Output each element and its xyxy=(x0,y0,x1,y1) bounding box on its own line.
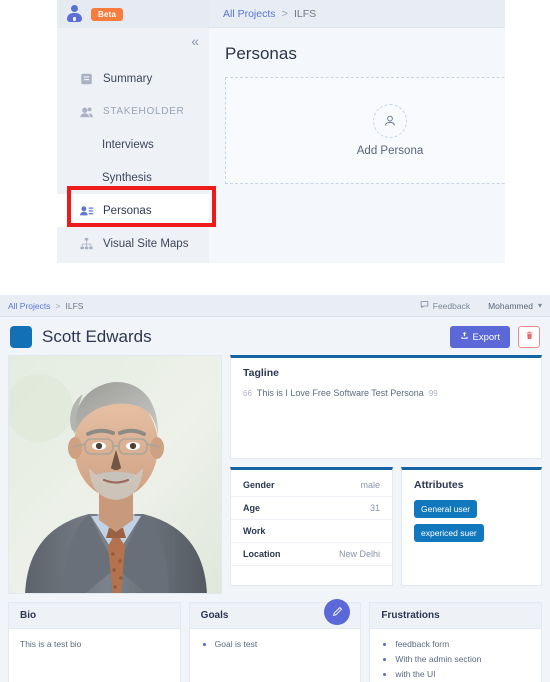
sitemap-icon xyxy=(79,237,94,251)
bio-text: This is a test bio xyxy=(20,639,82,649)
top-bar-actions: Feedback Mohammed ▾ xyxy=(420,300,542,311)
sidebar: Beta « Summary STAKEHOLDER Interviews Sy… xyxy=(57,0,216,263)
persona-detail-screenshot: All Projects > ILFS Feedback Mohammed ▾ … xyxy=(0,295,550,682)
breadcrumb-current: ILFS xyxy=(293,7,317,20)
sidebar-section-label: STAKEHOLDER xyxy=(103,106,185,117)
delete-button[interactable] xyxy=(518,326,540,348)
person-logo-icon xyxy=(67,5,84,23)
detail-row-1: Tagline 66 This is I Love Free Software … xyxy=(8,355,542,594)
breadcrumb-bottom: All Projects > ILFS xyxy=(8,301,83,311)
add-persona-card[interactable]: Add Persona xyxy=(225,77,505,184)
page-title: Personas xyxy=(225,44,297,63)
sidebar-section-stakeholder: STAKEHOLDER xyxy=(57,95,209,128)
detail-value: male xyxy=(309,474,392,497)
export-button[interactable]: Export xyxy=(449,326,510,348)
summary-icon xyxy=(79,72,94,86)
detail-value xyxy=(309,519,392,543)
top-bar: All Projects > ILFS Feedback Mohammed ▾ xyxy=(0,295,550,317)
detail-row-3: Bio This is a test bio Goals Goal is tes… xyxy=(8,599,543,682)
export-label: Export xyxy=(472,331,500,343)
breadcrumb-separator-icon: > xyxy=(281,7,288,20)
stakeholder-icon xyxy=(79,105,94,119)
detail-value: 31 xyxy=(309,496,392,520)
trash-icon xyxy=(525,331,534,343)
panel-gap xyxy=(0,263,550,295)
frustrations-list: feedback form With the admin section wit… xyxy=(381,639,530,679)
details-card: Gender male Age 31 Work Location New Del… xyxy=(230,467,393,586)
chevron-double-left-icon[interactable]: « xyxy=(191,34,199,48)
details-table: Gender male Age 31 Work Location New Del… xyxy=(231,474,392,566)
avatar xyxy=(10,326,32,348)
app-window-top: Beta « Summary STAKEHOLDER Interviews Sy… xyxy=(57,0,505,263)
close-quote-icon: 99 xyxy=(428,389,438,398)
feedback-button[interactable]: Feedback xyxy=(420,300,470,311)
chevron-down-icon: ▾ xyxy=(537,301,542,310)
feedback-icon xyxy=(420,300,429,311)
attribute-tag[interactable]: General user xyxy=(414,500,478,518)
sidebar-item-visual-site-maps[interactable]: Visual Site Maps xyxy=(57,227,209,260)
sidebar-logo-bar: Beta xyxy=(57,0,209,28)
sidebar-item-label: Visual Site Maps xyxy=(103,237,189,250)
bio-panel: Bio This is a test bio xyxy=(8,602,181,682)
feedback-label: Feedback xyxy=(432,300,471,311)
panel-title: Frustrations xyxy=(370,603,542,629)
table-row: Location New Delhi xyxy=(231,542,392,566)
list-item: feedback form xyxy=(395,639,530,649)
breadcrumb: All Projects > ILFS xyxy=(209,0,505,28)
highlight-annotation-personas xyxy=(67,186,216,227)
detail-value: New Delhi xyxy=(309,542,392,566)
sidebar-item-label: Synthesis xyxy=(102,171,152,184)
detail-key: Work xyxy=(231,519,310,543)
tagline-text-row: 66 This is I Love Free Software Test Per… xyxy=(231,379,541,398)
list-item: With the admin section xyxy=(395,654,530,664)
card-title: Attributes xyxy=(414,479,464,491)
persona-photo xyxy=(8,355,222,594)
breadcrumb-current: ILFS xyxy=(65,300,84,311)
sidebar-item-interviews[interactable]: Interviews xyxy=(57,128,209,161)
list-item: with the UI xyxy=(395,669,530,679)
personas-list-screenshot: Beta « Summary STAKEHOLDER Interviews Sy… xyxy=(0,0,550,263)
detail-row-2: Gender male Age 31 Work Location New Del… xyxy=(230,467,542,586)
breadcrumb-all-projects[interactable]: All Projects xyxy=(8,301,51,311)
table-row: Age 31 xyxy=(231,496,392,520)
detail-key: Age xyxy=(231,496,310,520)
user-menu[interactable]: Mohammed ▾ xyxy=(488,301,542,311)
attribute-tag[interactable]: expericed suer xyxy=(414,524,484,542)
sidebar-item-label: Summary xyxy=(103,72,153,85)
table-row: Gender male xyxy=(231,474,392,497)
card-title: Tagline xyxy=(243,367,279,379)
attributes-card: Attributes General user expericed suer xyxy=(401,467,542,586)
goals-list: Goal is test xyxy=(201,639,350,649)
add-persona-label: Add Persona xyxy=(356,145,424,157)
frustrations-body: feedback form With the admin section wit… xyxy=(370,629,541,682)
breadcrumb-all-projects[interactable]: All Projects xyxy=(223,8,276,20)
tagline-value: This is I Love Free Software Test Person… xyxy=(256,388,424,398)
breadcrumb-separator-icon: > xyxy=(55,300,61,311)
user-name: Mohammed xyxy=(488,300,533,311)
pencil-icon xyxy=(332,605,343,620)
right-column: Tagline 66 This is I Love Free Software … xyxy=(230,355,542,594)
person-outline-icon xyxy=(373,104,407,138)
sidebar-item-label: Interviews xyxy=(102,138,154,151)
main-content-top: All Projects > ILFS Personas Add Persona xyxy=(209,0,505,263)
goals-body: Goal is test xyxy=(190,629,361,682)
frustrations-panel: Frustrations feedback form With the admi… xyxy=(369,602,543,682)
sidebar-menu: Summary STAKEHOLDER Interviews Synthesis… xyxy=(57,62,209,260)
beta-badge: Beta xyxy=(91,7,124,21)
header-actions: Export xyxy=(449,326,540,348)
persona-header: Scott Edwards Export xyxy=(0,317,550,355)
tagline-card: Tagline 66 This is I Love Free Software … xyxy=(230,355,542,459)
upload-icon xyxy=(460,331,469,343)
sidebar-item-summary[interactable]: Summary xyxy=(57,62,209,95)
table-row: Work xyxy=(231,519,392,543)
attributes-list: General user expericed suer xyxy=(402,491,541,551)
list-item: Goal is test xyxy=(215,639,350,649)
detail-key: Location xyxy=(231,542,310,566)
goals-panel: Goals Goal is test xyxy=(188,599,362,682)
detail-key: Gender xyxy=(231,474,310,497)
open-quote-icon: 66 xyxy=(243,389,252,398)
persona-body: Tagline 66 This is I Love Free Software … xyxy=(0,355,550,682)
page-title: Scott Edwards xyxy=(42,327,152,346)
panel-title: Bio xyxy=(9,603,180,629)
